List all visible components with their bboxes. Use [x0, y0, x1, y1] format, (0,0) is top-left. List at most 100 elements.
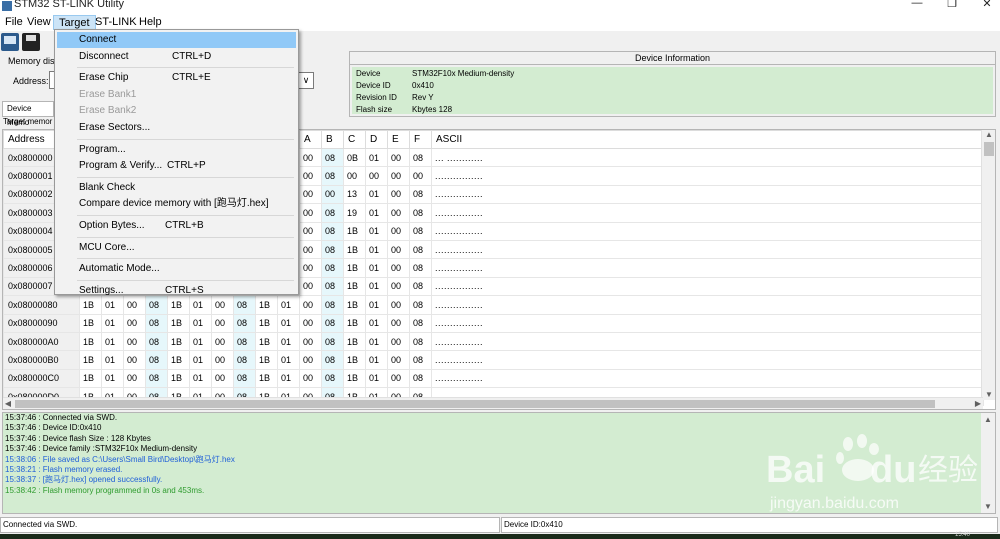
byte-cell[interactable]: 1B — [343, 368, 366, 389]
byte-cell[interactable]: 08 — [145, 331, 168, 352]
byte-cell[interactable]: 1B — [343, 276, 366, 297]
menu-item-erase-sectors[interactable]: Erase Sectors... — [57, 120, 296, 136]
byte-cell[interactable]: 08 — [409, 239, 432, 260]
byte-cell[interactable]: 01 — [277, 368, 300, 389]
menu-item-connect[interactable]: Connect — [57, 32, 296, 48]
byte-cell[interactable]: 1B — [343, 313, 366, 333]
byte-cell[interactable]: 00 — [387, 295, 410, 315]
byte-cell[interactable]: 00 — [123, 313, 146, 333]
byte-cell[interactable]: 01 — [365, 368, 388, 389]
byte-cell[interactable]: 1B — [343, 331, 366, 352]
byte-cell[interactable]: 00 — [387, 313, 410, 333]
byte-cell[interactable]: 01 — [365, 350, 388, 370]
byte-cell[interactable]: 00 — [387, 166, 410, 186]
byte-cell[interactable]: 00 — [123, 350, 146, 370]
byte-cell[interactable]: 1B — [255, 331, 278, 352]
byte-cell[interactable]: 01 — [189, 368, 212, 389]
byte-cell[interactable]: 1B — [79, 350, 102, 370]
byte-cell[interactable]: 01 — [365, 184, 388, 205]
byte-cell[interactable]: 08 — [233, 313, 256, 333]
byte-cell[interactable]: 00 — [299, 258, 322, 278]
byte-cell[interactable]: 08 — [321, 295, 344, 315]
close-icon[interactable]: ✕ — [964, 0, 1000, 11]
byte-cell[interactable]: 08 — [145, 350, 168, 370]
byte-cell[interactable]: 00 — [299, 313, 322, 333]
menu-item-program-verify[interactable]: Program & Verify... CTRL+P — [57, 158, 296, 174]
byte-cell[interactable]: 01 — [365, 276, 388, 297]
menu-item-erase-bank2[interactable]: Erase Bank2 — [57, 103, 296, 119]
grid-vscroll-thumb[interactable] — [984, 142, 994, 156]
byte-cell[interactable]: 1B — [255, 350, 278, 370]
menu-item-automatic-mode[interactable]: Automatic Mode... — [57, 261, 296, 277]
byte-cell[interactable]: 1B — [79, 313, 102, 333]
byte-cell[interactable]: 00 — [387, 221, 410, 241]
byte-cell[interactable]: 1B — [343, 258, 366, 278]
menu-item-compare-device-memory-with-hex[interactable]: Compare device memory with [跑马灯.hex] — [57, 196, 296, 212]
byte-cell[interactable]: 08 — [409, 184, 432, 205]
byte-cell[interactable]: 1B — [343, 350, 366, 370]
byte-cell[interactable]: 01 — [189, 331, 212, 352]
byte-cell[interactable]: 08 — [409, 368, 432, 389]
menu-item-disconnect[interactable]: Disconnect CTRL+D — [57, 49, 296, 65]
row-address[interactable]: 0x080000C0 — [3, 368, 80, 389]
menu-item-mcu-core[interactable]: MCU Core... — [57, 240, 296, 256]
byte-cell[interactable]: 1B — [79, 331, 102, 352]
tab-device-memory[interactable]: Device Memo — [2, 101, 54, 127]
byte-cell[interactable]: 00 — [409, 166, 432, 186]
byte-cell[interactable]: 1B — [343, 221, 366, 241]
menu-item-erase-bank1[interactable]: Erase Bank1 — [57, 87, 296, 103]
byte-cell[interactable]: 00 — [299, 295, 322, 315]
byte-cell[interactable]: 01 — [277, 350, 300, 370]
byte-cell[interactable]: 19 — [343, 203, 366, 223]
byte-cell[interactable]: 01 — [189, 313, 212, 333]
byte-cell[interactable]: 01 — [365, 239, 388, 260]
byte-cell[interactable]: 00 — [387, 184, 410, 205]
menu-help[interactable]: Help — [134, 15, 167, 30]
byte-cell[interactable]: 00 — [387, 239, 410, 260]
byte-cell[interactable]: 00 — [343, 166, 366, 186]
scroll-down-icon[interactable]: ▼ — [982, 390, 995, 400]
byte-cell[interactable]: 00 — [387, 203, 410, 223]
byte-cell[interactable]: 08 — [409, 313, 432, 333]
byte-cell[interactable]: 08 — [321, 258, 344, 278]
byte-cell[interactable]: 00 — [123, 331, 146, 352]
log-scroll-up-icon[interactable]: ▲ — [981, 415, 995, 424]
byte-cell[interactable]: 08 — [321, 147, 344, 168]
byte-cell[interactable]: 00 — [387, 276, 410, 297]
byte-cell[interactable]: 01 — [365, 203, 388, 223]
byte-cell[interactable]: 08 — [409, 221, 432, 241]
menu-view[interactable]: View — [22, 15, 56, 30]
menu-item-settings[interactable]: Settings... CTRL+S — [57, 283, 296, 299]
save-file-icon[interactable] — [22, 33, 40, 51]
byte-cell[interactable]: 08 — [409, 331, 432, 352]
byte-cell[interactable]: 00 — [123, 368, 146, 389]
byte-cell[interactable]: 00 — [321, 184, 344, 205]
byte-cell[interactable]: 1B — [343, 239, 366, 260]
byte-cell[interactable]: 01 — [365, 313, 388, 333]
row-address[interactable]: 0x080000A0 — [3, 331, 80, 352]
byte-cell[interactable]: 01 — [277, 313, 300, 333]
byte-cell[interactable]: 1B — [255, 313, 278, 333]
byte-cell[interactable]: 08 — [409, 295, 432, 315]
byte-cell[interactable]: 08 — [409, 276, 432, 297]
byte-cell[interactable]: 08 — [321, 276, 344, 297]
byte-cell[interactable]: 00 — [299, 203, 322, 223]
byte-cell[interactable]: 00 — [211, 350, 234, 370]
byte-cell[interactable]: 08 — [321, 221, 344, 241]
byte-cell[interactable]: 08 — [409, 350, 432, 370]
byte-cell[interactable]: 00 — [299, 184, 322, 205]
byte-cell[interactable]: 00 — [211, 368, 234, 389]
byte-cell[interactable]: 08 — [321, 350, 344, 370]
menu-item-blank-check[interactable]: Blank Check — [57, 180, 296, 196]
byte-cell[interactable]: 00 — [299, 166, 322, 186]
grid-vertical-scrollbar[interactable]: ▲ ▼ — [981, 130, 995, 400]
byte-cell[interactable]: 08 — [145, 313, 168, 333]
byte-cell[interactable]: 08 — [321, 166, 344, 186]
byte-cell[interactable]: 08 — [321, 331, 344, 352]
byte-cell[interactable]: 1B — [343, 295, 366, 315]
byte-cell[interactable]: 00 — [299, 239, 322, 260]
byte-cell[interactable]: 00 — [299, 147, 322, 168]
byte-cell[interactable]: 08 — [409, 147, 432, 168]
byte-cell[interactable]: 08 — [233, 331, 256, 352]
grid-hscroll-thumb[interactable] — [15, 400, 935, 408]
